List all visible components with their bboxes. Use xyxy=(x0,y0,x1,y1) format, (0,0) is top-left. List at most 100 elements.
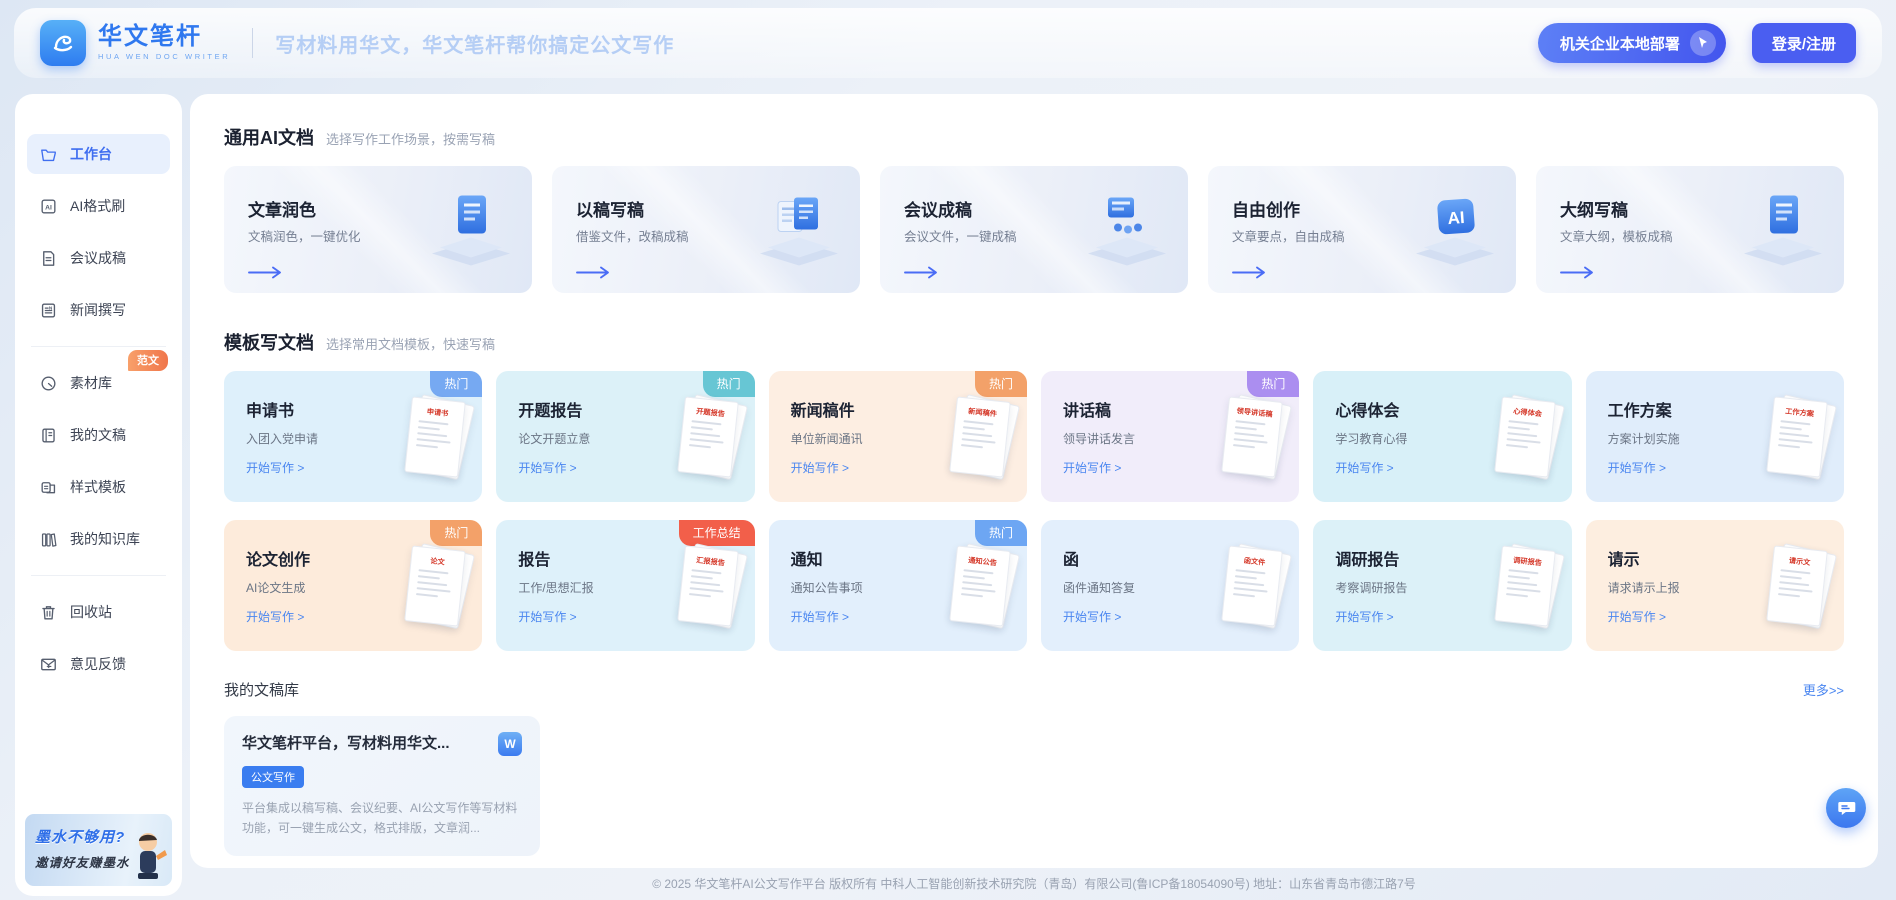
card-badge: 热门 xyxy=(430,371,482,397)
sidebar-item-label: 我的文稿 xyxy=(70,425,126,445)
word-doc-icon: W xyxy=(498,732,522,756)
chat-support-button[interactable] xyxy=(1826,788,1866,828)
document-line xyxy=(689,438,723,444)
arrow-right-icon xyxy=(904,266,940,279)
template-card-调研报告[interactable]: 调研报告考察调研报告开始写作 >调研报告 xyxy=(1313,520,1571,651)
sidebar-item-意见反馈[interactable]: 意见反馈 xyxy=(27,644,170,684)
my-library-more-link[interactable]: 更多>> xyxy=(1803,680,1844,699)
document-line xyxy=(1233,593,1255,597)
sidebar-item-新闻撰写[interactable]: N新闻撰写 xyxy=(27,290,170,330)
ai-card-description: 文章要点，自由成稿 xyxy=(1232,226,1345,245)
knowledge-icon xyxy=(39,530,58,549)
folder-icon xyxy=(39,145,58,164)
start-writing-link[interactable]: 开始写作 > xyxy=(1063,459,1121,476)
start-writing-link[interactable]: 开始写作 > xyxy=(1335,459,1393,476)
document-line xyxy=(1506,438,1540,444)
document-thumbnail-title: 函文件 xyxy=(1231,554,1279,569)
document-line xyxy=(690,575,712,579)
card-badge: 热门 xyxy=(975,371,1027,397)
document-thumbnail-title: 论文 xyxy=(414,554,462,569)
ai-docs-section-header: 通用AI文档 选择写作工作场景，按需写稿 xyxy=(224,124,1844,150)
sidebar-divider xyxy=(31,346,166,347)
document-thumbnail-title: 调研报告 xyxy=(1503,554,1551,569)
logo[interactable]: 华文笔杆 HUA WEN DOC WRITER xyxy=(40,20,230,66)
document-thumbnail: 汇报报告 xyxy=(681,548,735,624)
sidebar-item-会议成稿[interactable]: 会议成稿 xyxy=(27,238,170,278)
start-writing-link[interactable]: 开始写作 > xyxy=(791,608,849,625)
ai-doc-card-会议成稿[interactable]: 会议成稿会议文件，一键成稿 xyxy=(880,166,1188,293)
start-writing-link[interactable]: 开始写作 > xyxy=(791,459,849,476)
template-card-函[interactable]: 函函件通知答复开始写作 >函文件 xyxy=(1041,520,1299,651)
template-card-讲话稿[interactable]: 热门讲话稿领导讲话发言开始写作 >领导讲话稿 xyxy=(1041,371,1299,502)
template-card-请示[interactable]: 请示请求请示上报开始写作 >请示文 xyxy=(1586,520,1844,651)
ai-doc-card-自由创作[interactable]: 自由创作文章要点，自由成稿AI xyxy=(1208,166,1516,293)
ai-card-description: 会议文件，一键成稿 xyxy=(904,226,1017,245)
start-writing-link[interactable]: 开始写作 > xyxy=(1063,608,1121,625)
library-document-card[interactable]: 华文笔杆平台，写材料用华文... W 公文写作 平台集成以稿写稿、会议纪要、AI… xyxy=(224,716,540,856)
document-line xyxy=(419,569,449,574)
document-line xyxy=(690,426,712,430)
start-writing-link[interactable]: 开始写作 > xyxy=(518,459,576,476)
sidebar-item-回收站[interactable]: 回收站 xyxy=(27,592,170,632)
template-card-论文创作[interactable]: 热门论文创作AI论文生成开始写作 >论文 xyxy=(224,520,482,651)
template-card-新闻稿件[interactable]: 热门新闻稿件单位新闻通讯开始写作 >新闻稿件 xyxy=(769,371,1027,502)
document-line xyxy=(1235,575,1257,579)
document-thumbnail: 领导讲话稿 xyxy=(1225,399,1279,475)
document-thumbnail: 通知公告 xyxy=(953,548,1007,624)
template-card-心得体会[interactable]: 心得体会学习教育心得开始写作 >心得体会 xyxy=(1313,371,1571,502)
document-line xyxy=(1235,432,1265,437)
ai-doc-card-以稿写稿[interactable]: 以稿写稿借鉴文件，改稿成稿 xyxy=(552,166,860,293)
start-writing-link[interactable]: 开始写作 > xyxy=(246,608,304,625)
meeting-doc-icon xyxy=(39,249,58,268)
document-line xyxy=(1235,581,1265,586)
template-card-报告[interactable]: 工作总结报告工作/思想汇报开始写作 >汇报报告 xyxy=(496,520,754,651)
sidebar-item-我的知识库[interactable]: 我的知识库 xyxy=(27,519,170,559)
ai-doc-icon: AI xyxy=(39,197,58,216)
start-writing-link[interactable]: 开始写作 > xyxy=(518,608,576,625)
template-card-开题报告[interactable]: 热门开题报告论文开题立意开始写作 >开题报告 xyxy=(496,371,754,502)
document-page-front: 调研报告 xyxy=(1494,545,1556,626)
sidebar-item-label: AI格式刷 xyxy=(70,196,125,216)
sidebar-item-样式模板[interactable]: 样式模板 xyxy=(27,467,170,507)
sidebar-item-工作台[interactable]: 工作台 xyxy=(27,134,170,174)
document-page-front: 通知公告 xyxy=(949,545,1011,626)
start-writing-link[interactable]: 开始写作 > xyxy=(1335,608,1393,625)
document-line xyxy=(962,438,996,444)
logo-swan-icon xyxy=(40,20,86,66)
sidebar-item-素材库[interactable]: 素材库范文 xyxy=(27,363,170,403)
ai-doc-card-大纲写稿[interactable]: 大纲写稿文章大纲，模板成稿 xyxy=(1536,166,1844,293)
document-line xyxy=(1507,432,1537,437)
ai-docs-title: 通用AI文档 xyxy=(224,124,314,150)
card-badge: 工作总结 xyxy=(679,520,755,546)
document-page-front: 请示文 xyxy=(1766,545,1828,626)
sidebar-item-我的文稿[interactable]: 我的文稿 xyxy=(27,415,170,455)
template-card-工作方案[interactable]: 工作方案方案计划实施开始写作 >工作方案 xyxy=(1586,371,1844,502)
template-card-申请书[interactable]: 热门申请书入团入党申请开始写作 >申请书 xyxy=(224,371,482,502)
invite-friends-banner[interactable]: 墨水不够用?邀请好友赚墨水 xyxy=(25,814,172,886)
trash-icon xyxy=(39,603,58,622)
login-register-button[interactable]: 登录/注册 xyxy=(1752,23,1856,63)
sidebar-item-label: 意见反馈 xyxy=(70,654,126,674)
start-writing-link[interactable]: 开始写作 > xyxy=(1608,608,1666,625)
document-line xyxy=(1507,575,1529,579)
promo-line2: 邀请好友赚墨水 xyxy=(35,852,130,871)
document-line xyxy=(689,444,711,448)
svg-text:AI: AI xyxy=(45,204,52,211)
template-card-通知[interactable]: 热门通知通知公告事项开始写作 >通知公告 xyxy=(769,520,1027,651)
document-line xyxy=(962,587,996,593)
document-thumbnail: 心得体会 xyxy=(1498,399,1552,475)
ai-card-description: 文稿润色，一键优化 xyxy=(248,226,361,245)
start-writing-link[interactable]: 开始写作 > xyxy=(1608,459,1666,476)
document-line xyxy=(1508,569,1538,574)
document-page-front: 开题报告 xyxy=(677,396,739,477)
deploy-button[interactable]: 机关企业本地部署 xyxy=(1538,23,1726,63)
document-thumbnail: 开题报告 xyxy=(681,399,735,475)
ai-card-title: 大纲写稿 xyxy=(1560,196,1628,221)
sidebar-item-AI格式刷[interactable]: AI AI格式刷 xyxy=(27,186,170,226)
document-thumbnail-title: 心得体会 xyxy=(1503,405,1551,420)
document-line xyxy=(1506,444,1528,448)
ai-doc-card-文章润色[interactable]: 文章润色文稿润色，一键优化 xyxy=(224,166,532,293)
library-card-description: 平台集成以稿写稿、会议纪要、AI公文写作等写材料功能，可一键生成公文，格式排版，… xyxy=(242,798,522,839)
arrow-right-icon xyxy=(248,266,284,279)
start-writing-link[interactable]: 开始写作 > xyxy=(246,459,304,476)
